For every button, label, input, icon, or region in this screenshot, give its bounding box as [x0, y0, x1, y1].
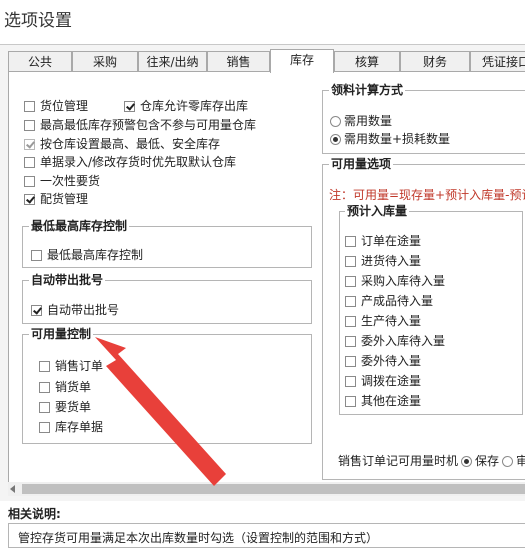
tab-inventory[interactable]: 库存: [270, 49, 334, 73]
annotation-arrow-icon: [95, 337, 226, 486]
annotation-arrow-shape: [95, 337, 226, 486]
